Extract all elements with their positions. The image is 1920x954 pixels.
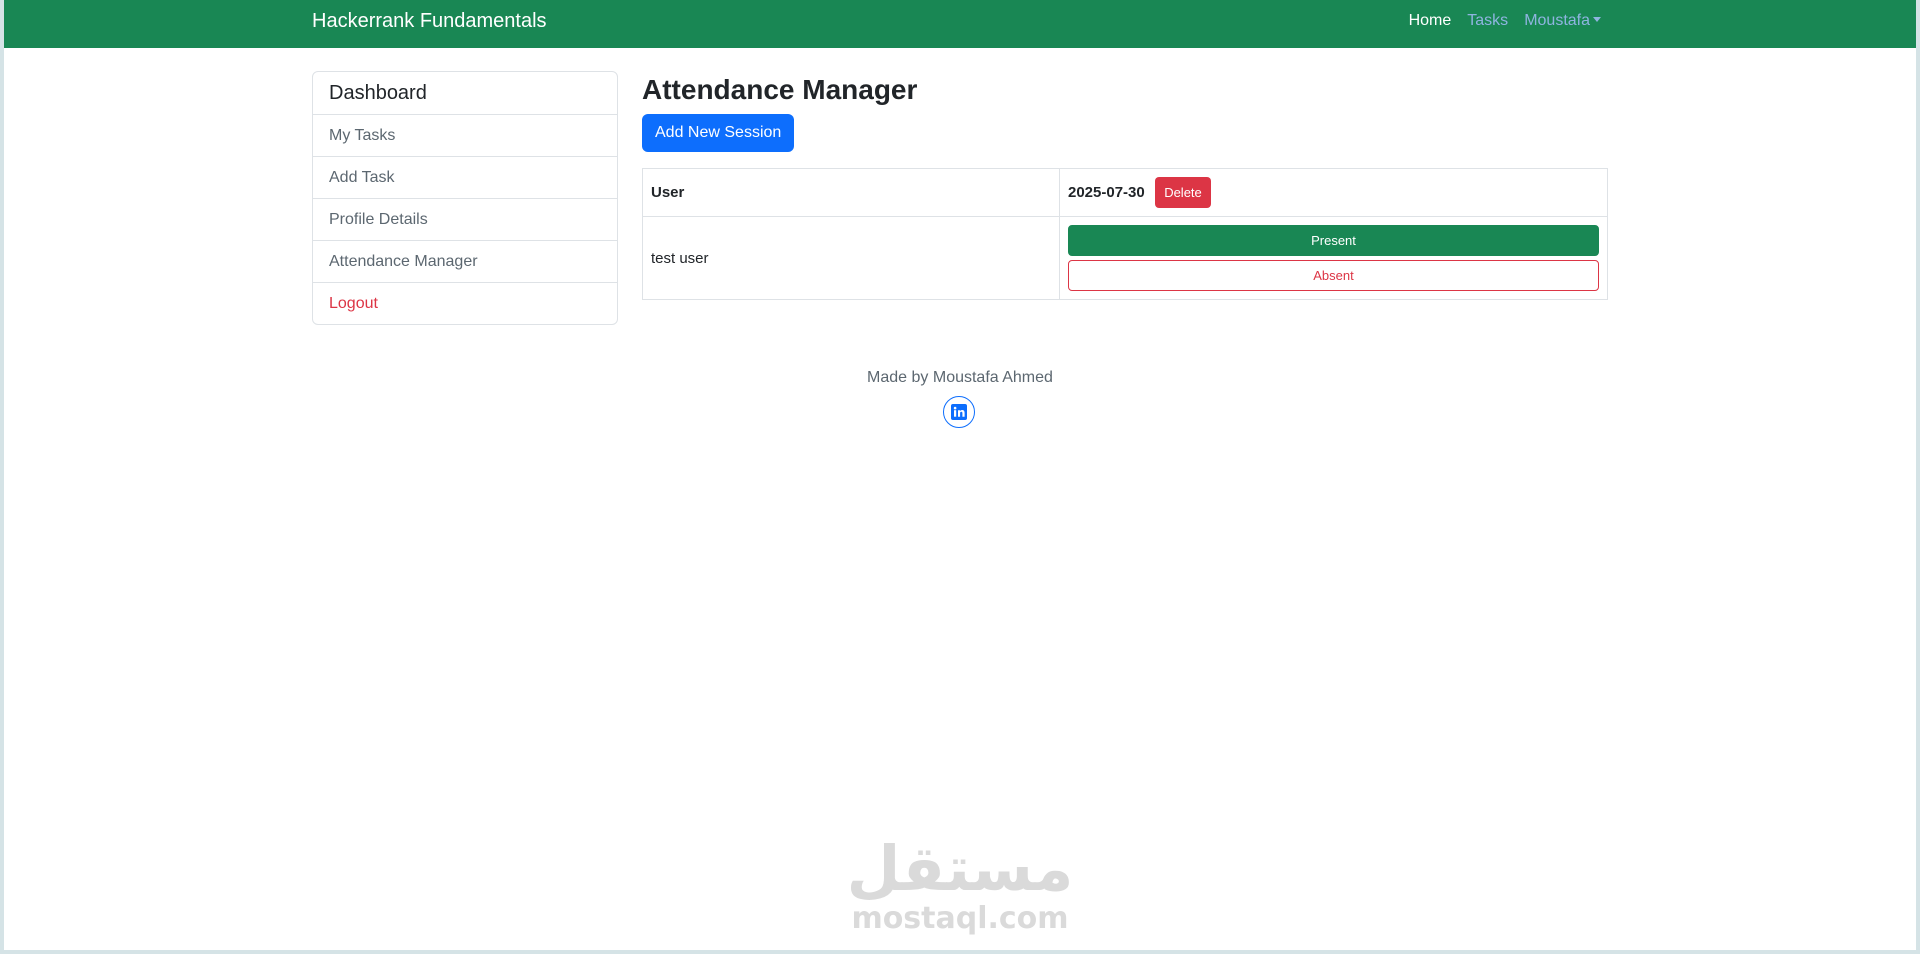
sidebar-item-profile-details[interactable]: Profile Details [313, 199, 617, 241]
column-header-user: User [642, 168, 1060, 217]
linkedin-link[interactable] [943, 396, 975, 428]
navbar-links: Home Tasks Moustafa [1409, 12, 1601, 30]
table-row: test user Present Absent [642, 216, 1608, 300]
delete-session-button[interactable]: Delete [1155, 177, 1211, 208]
dashboard-sidebar: Dashboard My Tasks Add Task Profile Deta… [312, 71, 618, 325]
nav-link-home[interactable]: Home [1409, 12, 1452, 30]
present-button[interactable]: Present [1068, 225, 1599, 256]
navbar-brand[interactable]: Hackerrank Fundamentals [312, 10, 547, 33]
column-header-session: 2025-07-30 Delete [1059, 168, 1608, 217]
session-date: 2025-07-30 [1068, 184, 1145, 201]
sidebar-item-add-task[interactable]: Add Task [313, 157, 617, 199]
table-header-row: User 2025-07-30 Delete [642, 168, 1608, 217]
attendance-table: User 2025-07-30 Delete test user Present… [642, 168, 1608, 300]
page-title: Attendance Manager [642, 74, 918, 105]
linkedin-icon [951, 404, 967, 420]
sidebar-item-my-tasks[interactable]: My Tasks [313, 115, 617, 157]
watermark-latin: mostaql.com [851, 901, 1068, 936]
user-menu-label: Moustafa [1524, 12, 1590, 29]
sidebar-item-logout[interactable]: Logout [313, 283, 617, 324]
top-navbar: Hackerrank Fundamentals Home Tasks Moust… [4, 0, 1916, 48]
app-window [0, 0, 1920, 954]
watermark-arabic: مستقل [847, 832, 1074, 905]
main-content: Attendance Manager Add New Session User … [642, 72, 1608, 300]
sidebar-title: Dashboard [313, 72, 617, 115]
add-new-session-button[interactable]: Add New Session [642, 114, 795, 152]
sidebar-item-attendance-manager[interactable]: Attendance Manager [313, 241, 617, 283]
attendance-actions-cell: Present Absent [1059, 216, 1608, 300]
footer-credit: Made by Moustafa Ahmed [867, 369, 1053, 386]
absent-button[interactable]: Absent [1068, 260, 1599, 291]
mostaql-watermark: مستقل mostaql.com [847, 832, 1074, 936]
user-menu-dropdown[interactable]: Moustafa [1524, 12, 1601, 30]
chevron-down-icon [1593, 17, 1601, 22]
nav-link-tasks[interactable]: Tasks [1467, 12, 1508, 30]
user-name-cell: test user [642, 216, 1060, 300]
